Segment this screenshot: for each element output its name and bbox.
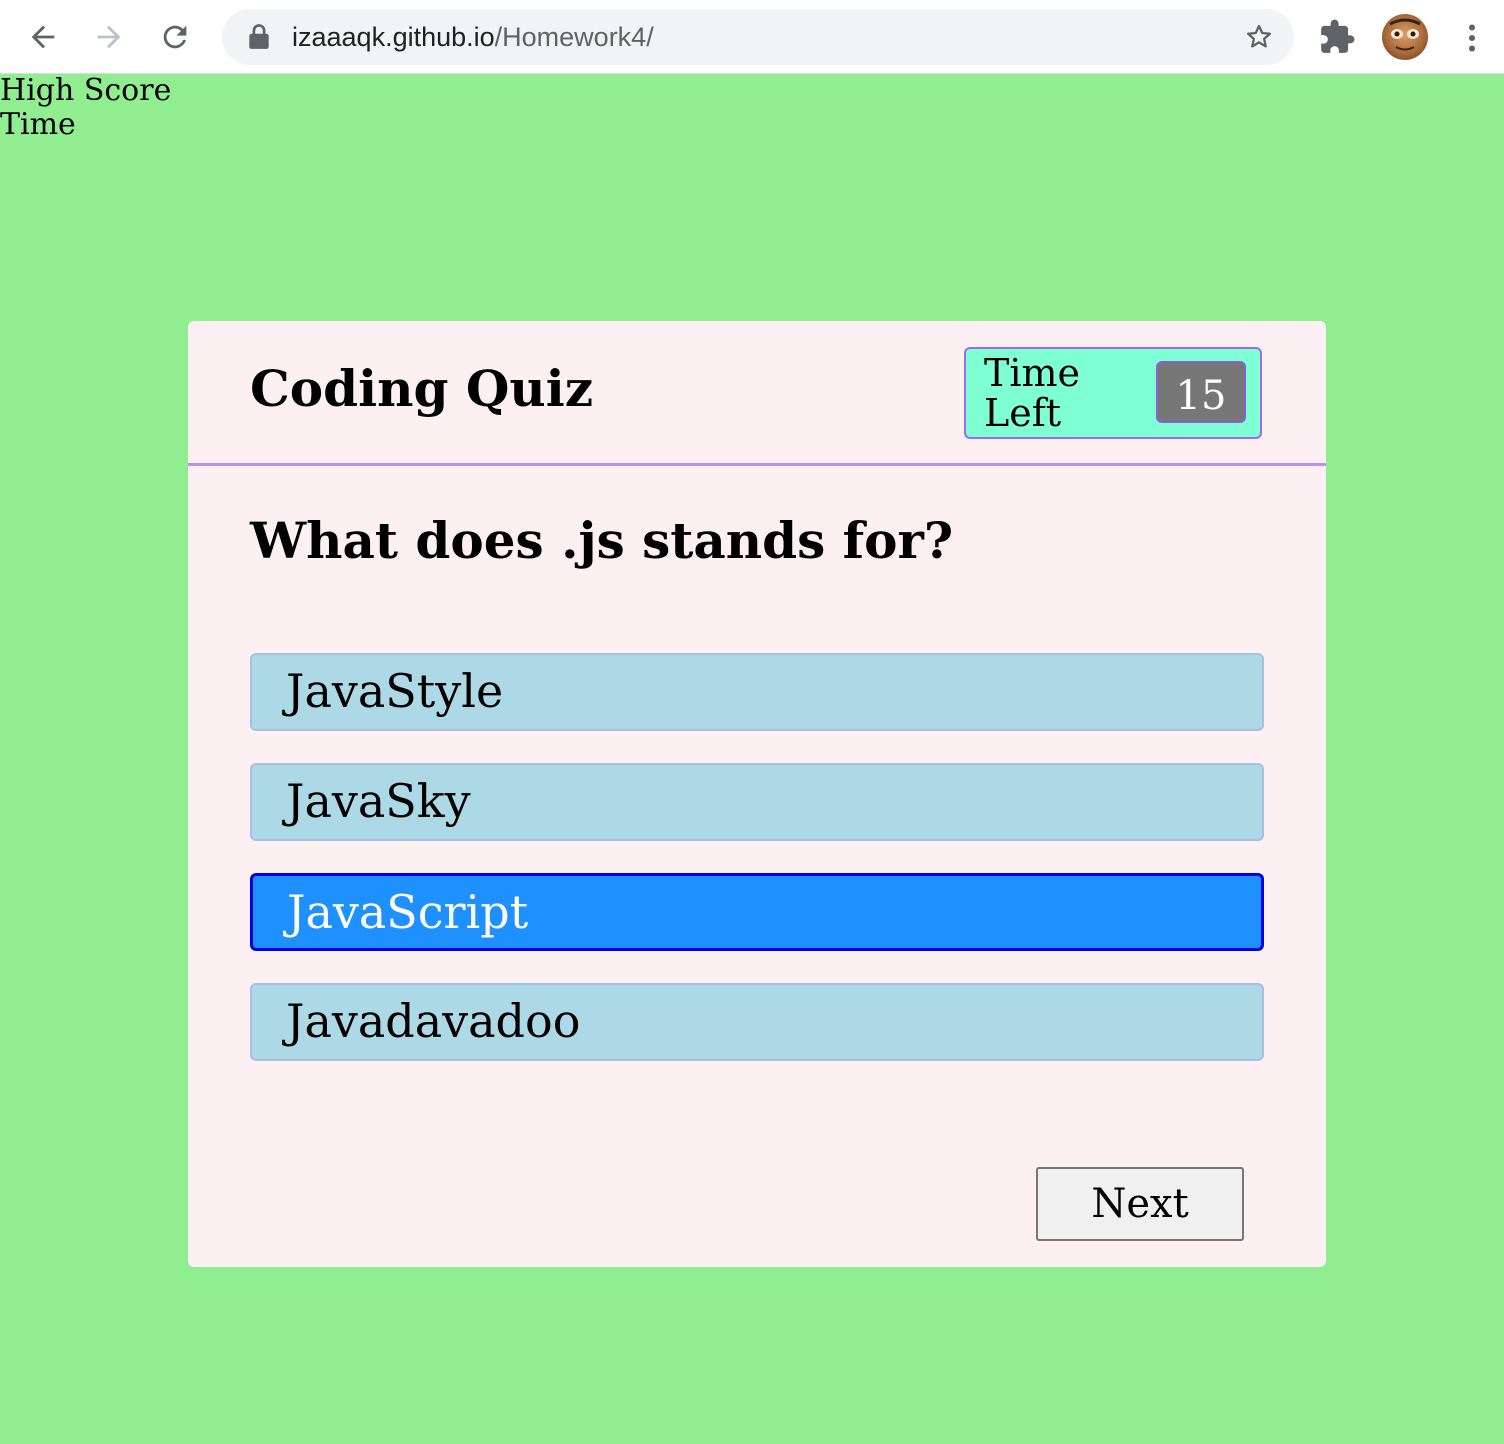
timer-label: Time Left [984, 351, 1081, 435]
quiz-title: Coding Quiz [250, 359, 594, 418]
arrow-left-icon [31, 25, 55, 49]
star-icon[interactable] [1244, 22, 1274, 52]
answer-option-1[interactable]: JavaStyle [250, 653, 1264, 731]
quiz-card: Coding Quiz Time Left 15 What does .js s… [188, 321, 1326, 1267]
url-text: izaaaqk.github.io/Homework4/ [292, 9, 654, 65]
puzzle-icon[interactable] [1318, 18, 1356, 56]
timer-box: Time Left 15 [964, 347, 1262, 439]
avatar[interactable] [1382, 14, 1428, 60]
profile-face-icon [1389, 18, 1421, 51]
page-top-links: High Score Time [0, 74, 171, 142]
address-bar[interactable]: izaaaqk.github.io/Homework4/ [222, 9, 1294, 65]
kebab-menu-icon[interactable] [1458, 20, 1486, 56]
back-button[interactable] [20, 14, 66, 60]
next-button[interactable]: Next [1036, 1167, 1244, 1241]
arrow-right-icon [97, 25, 121, 49]
answer-option-2[interactable]: JavaSky [250, 763, 1264, 841]
timer-value: 15 [1156, 361, 1246, 423]
reload-button[interactable] [152, 14, 198, 60]
quiz-header: Coding Quiz Time Left 15 [188, 321, 1326, 466]
high-score-link[interactable]: High Score [0, 74, 171, 108]
forward-button[interactable] [86, 14, 132, 60]
question-text: What does .js stands for? [250, 511, 954, 570]
answer-option-4[interactable]: Javadavadoo [250, 983, 1264, 1061]
browser-toolbar: izaaaqk.github.io/Homework4/ [0, 0, 1504, 74]
url-path: /Homework4/ [494, 22, 654, 52]
reload-icon [163, 25, 187, 49]
answer-option-3[interactable]: JavaScript [250, 873, 1264, 951]
time-label: Time [0, 107, 76, 142]
lock-icon[interactable] [246, 23, 272, 51]
url-host: izaaaqk.github.io [292, 22, 495, 52]
